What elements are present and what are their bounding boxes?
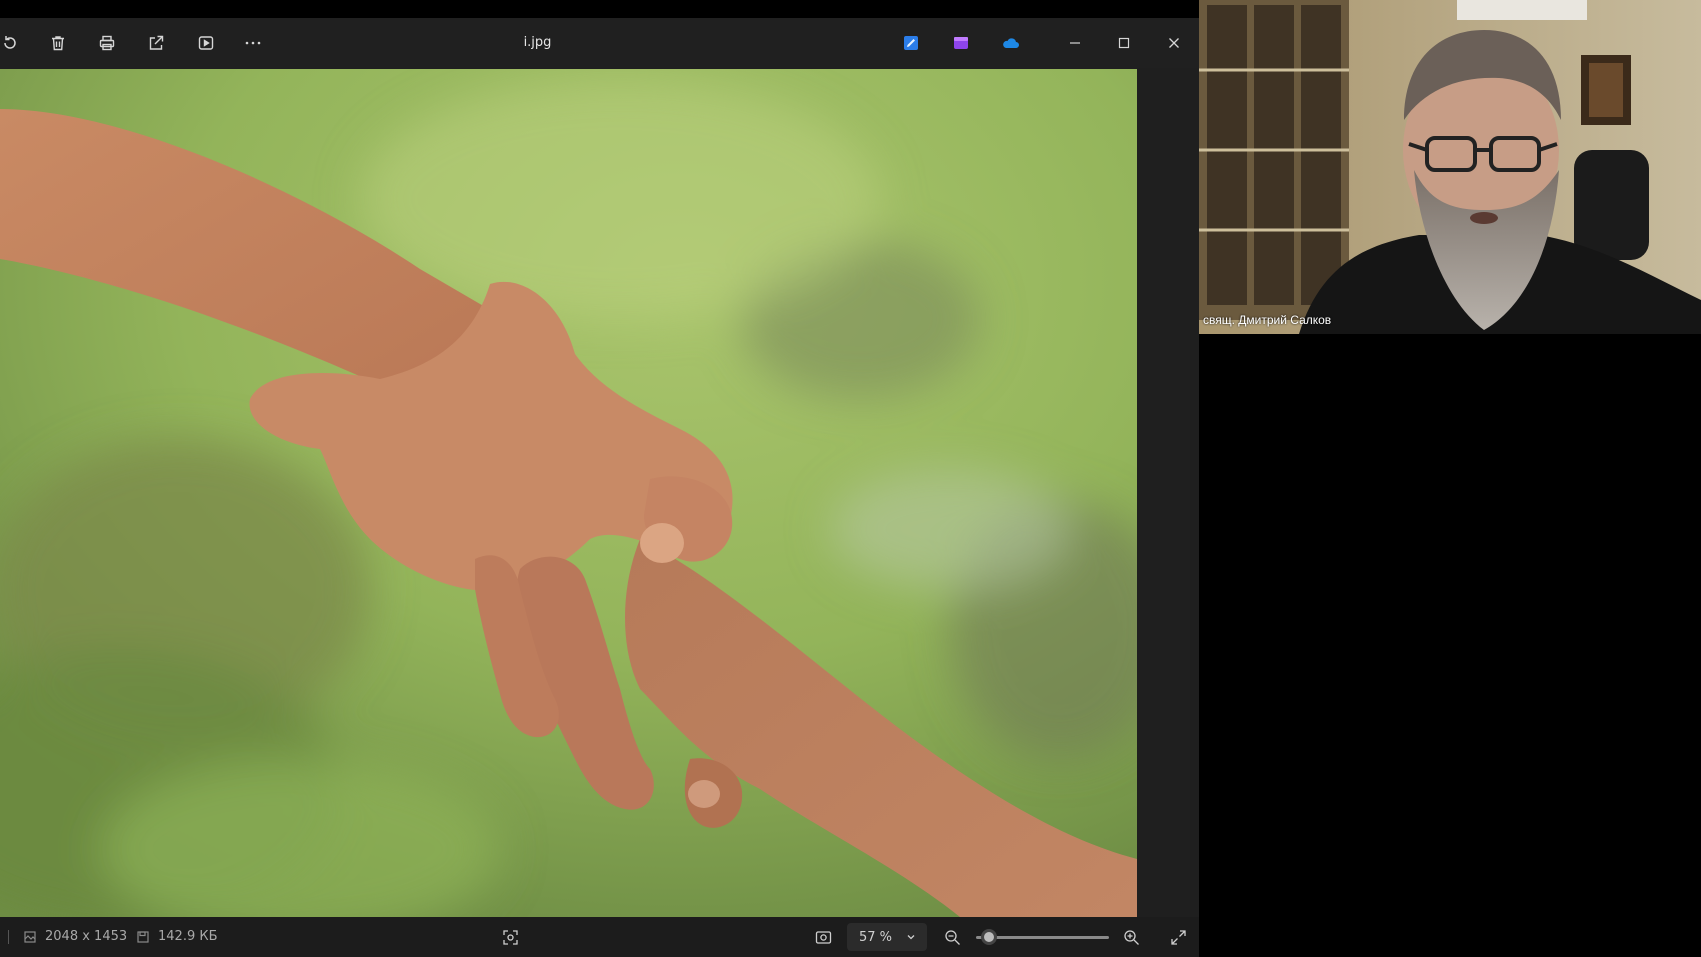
close-button[interactable] (1159, 28, 1189, 58)
zoom-in-button[interactable] (1121, 927, 1141, 947)
maximize-icon (1118, 37, 1130, 49)
file-size-text: 142.9 КБ (158, 929, 218, 944)
window-title: i.jpg (523, 35, 552, 50)
print-button[interactable] (92, 28, 122, 58)
minimize-icon (1070, 42, 1080, 44)
actual-size-icon (815, 930, 831, 944)
photo-viewer-window: i.jpg 2048 x 1453 142.9 КБ 57 % (0, 18, 1199, 957)
fit-view-button[interactable] (500, 927, 520, 947)
zoom-value: 57 % (859, 929, 893, 945)
share-icon (149, 35, 164, 50)
titlebar: i.jpg (0, 18, 1199, 68)
save-icon (137, 930, 149, 943)
delete-icon (52, 36, 64, 51)
participant-video (1199, 0, 1701, 334)
actual-size-button[interactable] (813, 927, 833, 947)
expand-icon (1170, 929, 1186, 945)
zoom-out-icon (944, 929, 960, 945)
zoom-out-button[interactable] (942, 927, 962, 947)
displayed-photo (0, 69, 1137, 917)
zoom-dropdown[interactable]: 57 % (847, 923, 927, 951)
onedrive-button[interactable] (996, 28, 1026, 58)
rotate-button[interactable] (0, 28, 25, 58)
clipchamp-icon (954, 37, 968, 49)
status-dimensions: 2048 x 1453 (8, 929, 127, 944)
zoom-slider[interactable] (976, 929, 1109, 945)
photo-canvas[interactable] (0, 69, 1137, 917)
maximize-button[interactable] (1109, 28, 1139, 58)
screen: i.jpg 2048 x 1453 142.9 КБ 57 % свящ. Дм… (0, 0, 1701, 957)
clipchamp-button[interactable] (946, 28, 976, 58)
zoom-in-icon (1123, 929, 1139, 945)
share-button[interactable] (141, 28, 171, 58)
minimize-button[interactable] (1060, 28, 1090, 58)
close-icon (1169, 38, 1179, 48)
rotate-icon (4, 36, 16, 49)
onedrive-icon (1003, 38, 1019, 48)
edit-app-button[interactable] (896, 28, 926, 58)
fullscreen-button[interactable] (1168, 927, 1188, 947)
status-file-size: 142.9 КБ (136, 929, 218, 944)
image-size-icon (24, 930, 36, 943)
more-button[interactable] (238, 28, 268, 58)
statusbar: 2048 x 1453 142.9 КБ 57 % (0, 917, 1199, 957)
edit-app-icon (904, 36, 918, 50)
chevron-down-icon (907, 935, 915, 940)
slideshow-icon (198, 36, 214, 50)
zoom-slider-thumb[interactable] (981, 929, 998, 945)
delete-button[interactable] (43, 28, 73, 58)
focus-frame-icon (502, 929, 518, 945)
print-icon (99, 35, 115, 51)
more-icon (245, 41, 261, 45)
dimensions-text: 2048 x 1453 (45, 929, 128, 944)
participant-name: свящ. Дмитрий Салков (1203, 313, 1332, 327)
slideshow-button[interactable] (191, 28, 221, 58)
participant-video-tile[interactable] (1199, 0, 1701, 334)
